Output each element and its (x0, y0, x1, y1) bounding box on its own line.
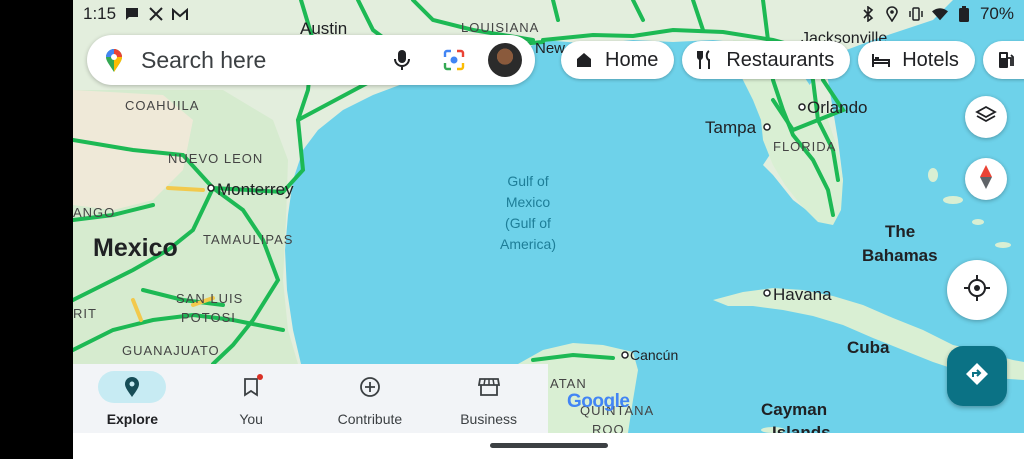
map-label-cancun: Cancún (630, 347, 679, 363)
nav-contribute-label: Contribute (337, 411, 403, 427)
my-location-icon (963, 274, 991, 307)
storefront-icon (455, 371, 523, 403)
layers-button[interactable] (965, 96, 1007, 138)
chip-restaurants-label: Restaurants (726, 48, 835, 71)
avatar[interactable] (488, 43, 522, 77)
map-label-san-luis: SAN LUIS (176, 291, 244, 306)
map-label-mexico: Mexico (93, 234, 178, 262)
restaurant-icon (694, 49, 716, 71)
map-label-cayman-1: Cayman (761, 400, 828, 419)
map-label-havana: Havana (773, 285, 832, 304)
chip-home-label: Home (605, 48, 659, 71)
notification-dot (257, 374, 264, 380)
gmail-icon (172, 6, 189, 22)
map-label-nuevo-leon: NUEVO LEON (168, 151, 264, 166)
chip-home[interactable]: Home (561, 41, 675, 79)
bluetooth-icon (860, 6, 876, 22)
nav-business[interactable]: Business (429, 364, 548, 433)
chip-restaurants[interactable]: Restaurants (682, 41, 851, 79)
lens-icon[interactable] (442, 48, 466, 72)
map-label-florida: FLORIDA (773, 139, 837, 154)
bookmark-icon (217, 371, 285, 403)
wifi-icon (931, 6, 948, 22)
map-label-orlando: Orlando (807, 98, 868, 117)
nav-explore[interactable]: Explore (73, 364, 192, 433)
map-label-ango: ANGO (73, 205, 116, 220)
directions-button[interactable] (947, 346, 1007, 406)
screen: Austin LOUISIANA New Jacksonville Orland… (73, 0, 1024, 459)
status-time: 1:15 (83, 4, 117, 23)
nav-explore-label: Explore (106, 411, 159, 427)
chip-hotels[interactable]: Hotels (858, 41, 975, 79)
map-label-potosi: POTOSI (181, 310, 236, 325)
map-label-tamaulipas: TAMAULIPAS (203, 232, 294, 247)
google-watermark: Google (567, 391, 630, 413)
chip-gas[interactable]: P (982, 41, 1024, 79)
home-indicator[interactable] (490, 443, 608, 448)
search-input[interactable]: Search here (141, 47, 390, 74)
bottom-nav: Explore You Contribute Business (73, 364, 548, 433)
layers-icon (975, 104, 997, 131)
chip-hotels-label: Hotels (902, 48, 959, 71)
home-icon (573, 49, 595, 71)
map-label-bahamas-2: Bahamas (862, 246, 938, 265)
map-label-cuba: Cuba (847, 338, 890, 357)
map-label-bahamas-1: The (885, 222, 916, 241)
map-label-monterrey: Monterrey (217, 180, 294, 199)
gulf-line-3: (Gulf of (505, 215, 551, 231)
nav-contribute[interactable]: Contribute (311, 364, 430, 433)
compass-button[interactable] (965, 158, 1007, 200)
gulf-line-2: Mexico (505, 194, 551, 210)
search-bar[interactable]: Search here (87, 35, 535, 85)
map-label-louisiana: LOUISIANA (461, 20, 540, 35)
mic-icon[interactable] (390, 48, 414, 72)
gesture-bar (73, 433, 1024, 459)
google-watermark-text: Google (567, 391, 630, 412)
location-icon (884, 6, 900, 22)
status-bar-right: 70% (860, 4, 1014, 24)
nav-you[interactable]: You (192, 364, 311, 433)
explore-pin-icon (98, 371, 167, 403)
gulf-line-4: America) (499, 236, 556, 252)
directions-icon (964, 361, 990, 392)
nav-you-label: You (239, 411, 263, 427)
category-chips: Home Restaurants Hotels P (561, 41, 1024, 79)
map-label-rit: RIT (73, 306, 97, 321)
maps-pin-icon (101, 47, 127, 73)
vibrate-icon (908, 6, 924, 22)
compass-icon (979, 164, 993, 195)
hotel-icon (870, 49, 892, 71)
map-label-gulf: Gulf of Mexico (Gulf of America) (493, 171, 563, 255)
map-label-coahuila: COAHUILA (125, 98, 200, 113)
map-label-tampa: Tampa (705, 118, 757, 137)
nav-business-label: Business (460, 411, 518, 427)
my-location-button[interactable] (947, 260, 1007, 320)
gulf-line-1: Gulf of (507, 173, 549, 189)
battery-icon (956, 6, 972, 22)
status-bar-left: 1:15 (83, 4, 189, 24)
gas-station-icon (995, 49, 1017, 71)
battery-percent: 70% (979, 4, 1014, 23)
add-circle-icon (336, 371, 404, 403)
map-label-yucatan: ATAN (550, 376, 587, 391)
chat-bubble-icon (124, 6, 140, 22)
map-label-guanajuato: GUANAJUATO (122, 343, 220, 358)
x-logo-icon (148, 6, 164, 22)
